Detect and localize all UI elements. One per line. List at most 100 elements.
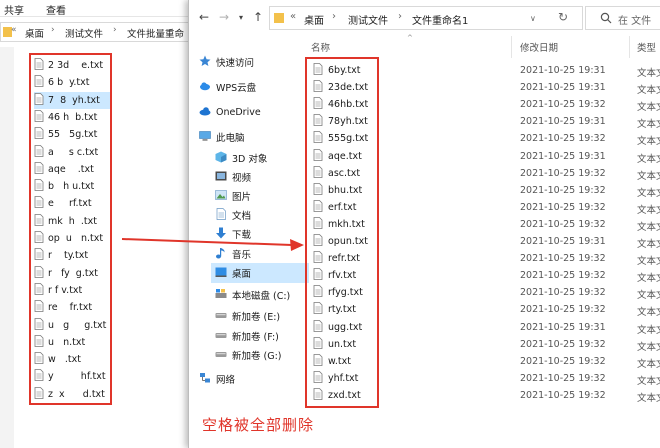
file-row[interactable]: u g g.txt [34,317,110,334]
nav-item[interactable]: 图片 [211,186,309,206]
file-row[interactable]: bhu.txt [313,182,362,199]
file-row[interactable]: 555g.txt [313,130,368,147]
nav-item[interactable]: 本地磁盘 (C:) [211,285,309,305]
nav-item[interactable]: 文档 [211,205,309,225]
file-row[interactable]: 46hb.txt [313,96,368,113]
nav-item[interactable]: 此电脑 [195,127,309,147]
file-row[interactable]: 6by.txt [313,62,360,79]
breadcrumb-current[interactable]: 文件批量重命 [127,26,184,40]
file-row[interactable]: zxd.txt [313,387,361,404]
column-divider[interactable] [511,36,512,58]
column-header-name[interactable]: 名称 [311,40,330,54]
file-row[interactable]: aqe .txt [34,161,110,178]
file-row[interactable]: r ty.txt [34,247,110,264]
file-row[interactable]: erf.txt [313,199,357,216]
column-divider[interactable] [629,36,630,58]
nav-item[interactable]: WPS云盘 [195,77,309,97]
desktop-icon [215,266,227,281]
breadcrumb-test-files[interactable]: 测试文件 [348,12,388,27]
file-row[interactable]: 7 8 yh.txt [34,91,110,109]
file-name: 6by.txt [328,65,361,76]
text-file-icon [34,179,44,194]
file-row[interactable]: asc.txt [313,165,360,182]
file-row[interactable]: refr.txt [313,250,360,267]
nav-item[interactable]: 视频 [211,167,309,187]
refresh-icon[interactable]: ↻ [558,10,568,24]
text-file-icon [34,92,44,108]
file-row[interactable]: rty.txt [313,301,356,318]
breadcrumb-test-files[interactable]: 测试文件 [65,26,103,40]
file-type: 文本文 [637,358,660,370]
file-modified-date: 2021-10-25 19:31 [520,321,606,333]
file-row[interactable]: ugg.txt [313,319,362,336]
search-input[interactable]: 在 文件 [585,6,660,30]
tab-view[interactable]: 查看 [46,2,66,17]
file-row[interactable]: rfv.txt [313,267,356,284]
nav-item[interactable]: 3D 对象 [211,148,309,168]
text-file-icon [313,268,323,283]
file-row[interactable]: y hf.txt [34,368,110,385]
address-bar[interactable]: « 桌面 › 测试文件 › 文件批量重命 [0,22,188,42]
column-header-type[interactable]: 类型 [637,40,656,54]
file-modified-date: 2021-10-25 19:32 [520,218,606,230]
column-header-date[interactable]: 修改日期 [520,40,558,54]
nav-item-label: OneDrive [216,106,261,118]
onedrive-icon [199,105,211,120]
file-type: 文本文 [637,153,660,165]
text-file-icon [34,75,44,90]
file-row[interactable]: w.txt [313,353,351,370]
nav-item[interactable]: 新加卷 (F:) [211,326,309,346]
file-row[interactable]: a s c.txt [34,144,110,161]
nav-item[interactable]: 快速访问 [195,52,309,72]
file-row[interactable]: opun.txt [313,233,368,250]
file-row[interactable]: z x d.txt [34,386,110,403]
file-row[interactable]: op u n.txt [34,230,110,247]
file-row[interactable]: 2 3d e.txt [34,57,110,74]
nav-item[interactable]: 新加卷 (E:) [211,306,309,326]
file-row[interactable]: 46 h b.txt [34,109,110,126]
file-row[interactable]: 23de.txt [313,79,368,96]
nav-item[interactable]: OneDrive [195,102,309,122]
nav-item[interactable]: 新加卷 (G:) [211,345,309,365]
file-row[interactable]: yhf.txt [313,370,358,387]
file-row[interactable]: b h u.txt [34,178,110,195]
address-bar[interactable]: « 桌面 › 测试文件 › 文件重命名1 ∨ ↻ [269,6,583,30]
text-file-icon [313,285,323,300]
file-row[interactable]: 6 b y.txt [34,74,110,91]
nav-item[interactable]: 桌面 [211,263,309,283]
file-row[interactable]: rfyg.txt [313,284,363,301]
file-name: opun.txt [328,236,368,247]
breadcrumb-current[interactable]: 文件重命名1 [412,12,468,27]
up-arrow-icon[interactable]: ↑ [253,10,263,24]
file-row[interactable]: w .txt [34,351,110,368]
chevron-down-icon[interactable]: ∨ [530,14,536,23]
tab-share[interactable]: 共享 [4,2,24,17]
file-modified-date: 2021-10-25 19:32 [520,167,606,179]
file-type: 文本文 [637,324,660,336]
file-row[interactable]: un.txt [313,336,356,353]
file-row[interactable]: mkh.txt [313,216,365,233]
breadcrumb-desktop[interactable]: 桌面 [304,12,324,27]
file-row[interactable]: re fr.txt [34,299,110,316]
text-file-icon [34,196,44,211]
breadcrumb-overflow[interactable]: « [11,25,17,35]
file-row[interactable]: aqe.txt [313,148,362,165]
recent-dropdown-icon[interactable]: ▾ [239,13,243,22]
breadcrumb-overflow[interactable]: « [290,11,296,22]
file-row[interactable]: e rf.txt [34,195,110,212]
background-explorer-window: 共享 查看 « 桌面 › 测试文件 › 文件批量重命 2 3d e.txt 6 b… [0,0,188,448]
file-row[interactable]: 78yh.txt [313,113,368,130]
text-file-icon [34,300,44,315]
nav-item[interactable]: 网络 [195,369,309,389]
file-row[interactable]: u n.txt [34,334,110,351]
file-row[interactable]: r fy g.txt [34,265,110,282]
file-row[interactable]: 55 5g.txt [34,126,110,143]
back-arrow-icon[interactable]: ← [199,10,209,24]
cube-icon [215,151,227,166]
file-row[interactable]: mk h .txt [34,213,110,230]
file-row[interactable]: r f v.txt [34,282,110,299]
scrollbar[interactable] [0,47,14,448]
breadcrumb-desktop[interactable]: 桌面 [25,26,44,40]
forward-arrow-icon[interactable]: → [219,10,229,24]
file-name: u n.txt [48,336,86,348]
